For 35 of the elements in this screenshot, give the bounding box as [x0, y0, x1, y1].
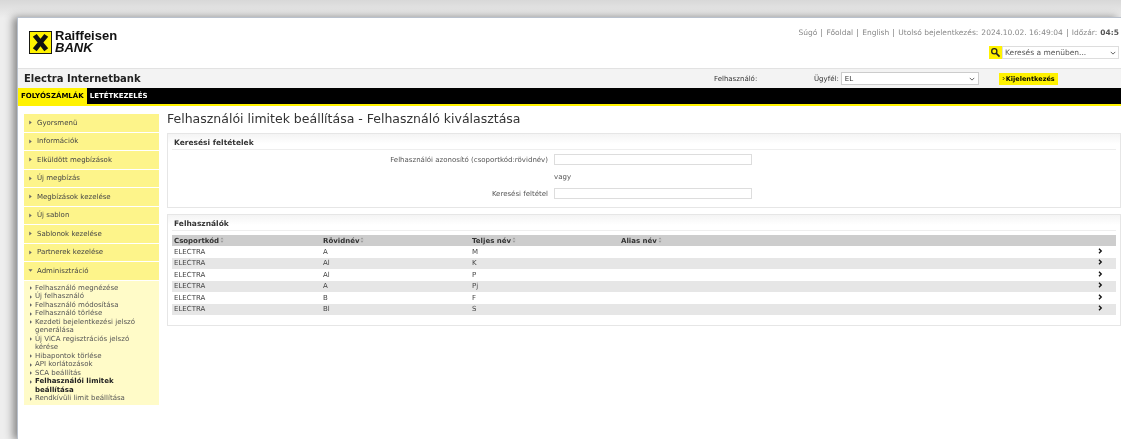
app-title: Electra Internetbank: [24, 73, 142, 84]
search-icon[interactable]: [989, 46, 1002, 59]
logo-icon: [29, 30, 52, 54]
bullet-icon: [28, 175, 33, 181]
sort-icon: [657, 236, 662, 243]
sort-icon: [512, 236, 517, 243]
bullet-icon: [28, 268, 33, 274]
search-criteria-field[interactable]: [554, 188, 752, 199]
bullet-icon: [29, 354, 33, 358]
bullet-icon: [28, 249, 33, 255]
bullet-icon: [28, 194, 33, 200]
bullet-icon: [29, 320, 33, 324]
bullet-icon: [29, 311, 33, 316]
bullet-icon: [29, 362, 33, 367]
logo-text: BANK: [55, 42, 94, 54]
caret-icon: [1110, 50, 1116, 55]
bullet-icon: [29, 294, 33, 299]
user-id-field[interactable]: [554, 154, 752, 165]
chevron-right-icon: [1001, 76, 1005, 81]
bullet-icon: [28, 157, 33, 163]
page-title: Felhasználói limitek beállítása - Felhasználó kiválasztása: [167, 111, 522, 128]
bullet-icon: [29, 379, 33, 384]
bullet-icon: [29, 371, 33, 375]
bullet-icon: [29, 337, 33, 341]
bullet-icon: [29, 303, 33, 307]
bullet-icon: [28, 212, 33, 218]
bullet-icon: [28, 120, 33, 126]
bullet-icon: [29, 396, 33, 401]
sort-icon: [220, 236, 225, 243]
logo-text: Raiffeisen: [55, 30, 118, 42]
bullet-icon: [29, 286, 33, 290]
bullet-icon: [28, 231, 33, 237]
caret-icon: [968, 76, 975, 81]
bullet-icon: [28, 138, 33, 144]
sort-icon: [360, 236, 365, 243]
